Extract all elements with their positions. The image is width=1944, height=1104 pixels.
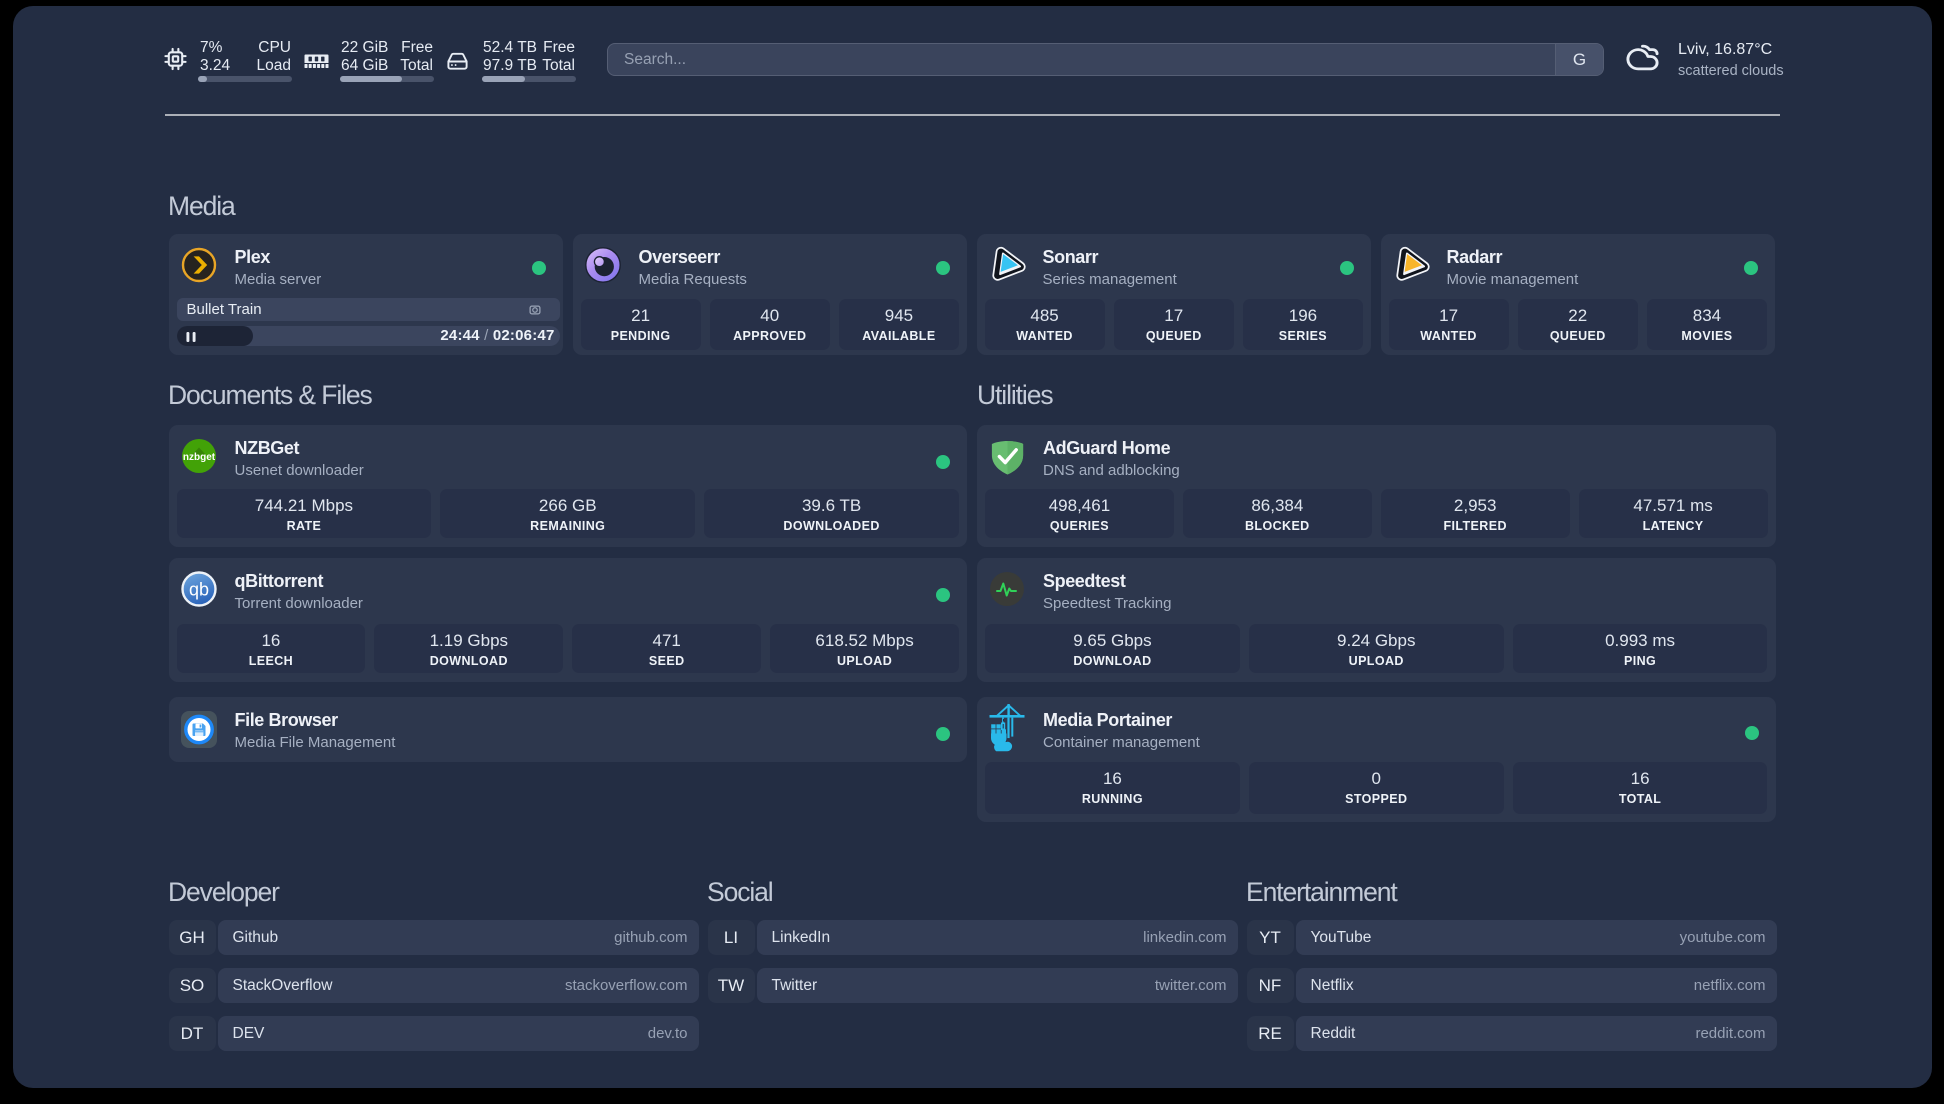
svg-text:nzbget: nzbget [182, 451, 215, 462]
svg-text:qb: qb [188, 580, 208, 600]
